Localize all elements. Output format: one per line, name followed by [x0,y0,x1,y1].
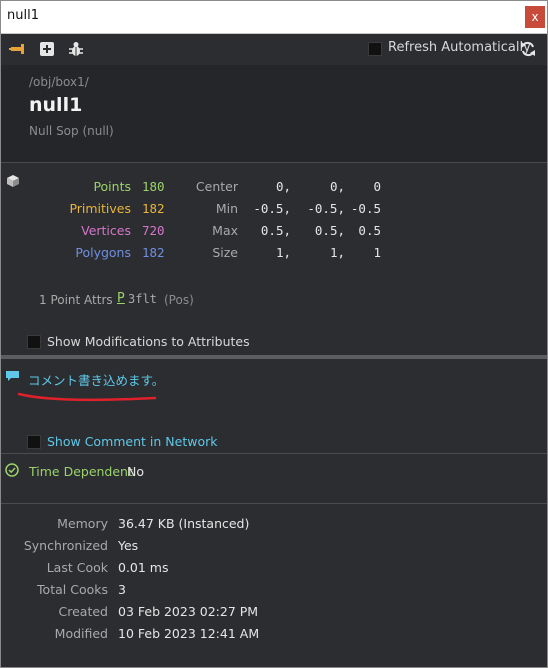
bounds-x-value: 1, [275,245,291,260]
count-label: Primitives [69,201,131,216]
bounds-z-value: 0 [373,179,381,194]
node-type: Null Sop (null) [29,124,114,138]
info-value: 3 [118,582,126,597]
divider [1,503,547,504]
time-dependent-value: No [127,464,144,479]
node-comment[interactable]: コメント書き込めます。 [28,370,164,389]
count-value: 180 [142,179,165,194]
count-value: 182 [142,201,165,216]
splitter-handle[interactable] [1,355,547,359]
count-value: 182 [142,245,165,260]
bounds-label: Size [212,245,238,260]
bounds-label: Center [195,179,238,194]
red-underline-annotation [17,392,157,402]
bounds-y-value: 1, [329,245,345,260]
toolbar: Refresh Automatically [1,34,547,64]
point-attrs-label: 1 Point Attrs [39,293,113,307]
bounds-z-value: 0.5 [358,223,381,238]
info-value: 03 Feb 2023 02:27 PM [118,604,259,619]
info-label: Last Cook [46,560,108,575]
count-value: 720 [142,223,165,238]
node-info-window: null1 x Refresh Automatically /obj/box1/… [0,0,548,668]
show-comment-label: Show Comment in Network [47,434,218,449]
info-label: Synchronized [23,538,108,553]
refresh-icon[interactable] [519,40,537,58]
bounds-label: Max [212,223,238,238]
bounds-x-value: 0.5, [260,223,291,238]
count-label: Polygons [75,245,131,260]
show-comment-checkbox[interactable] [27,435,41,449]
info-label: Created [58,604,108,619]
node-header: /obj/box1/ null1 Null Sop (null) [1,65,547,162]
count-label: Points [93,179,131,194]
info-label: Memory [57,516,108,531]
node-path: /obj/box1/ [29,75,89,89]
divider [1,453,547,454]
info-value: 0.01 ms [118,560,169,575]
info-value: 36.47 KB (Instanced) [118,516,250,531]
node-name: null1 [29,94,83,116]
bounds-z-value: -0.5 [350,201,381,216]
attribute-type: 3flt [128,292,157,306]
pin-icon[interactable] [9,40,27,58]
geometry-icon [7,175,19,187]
comment-icon [6,371,19,381]
title-bar: null1 x [1,1,547,34]
bounds-x-value: -0.5, [253,201,291,216]
refresh-automatically-checkbox[interactable] [368,42,382,56]
bounds-y-value: 0, [329,179,345,194]
show-modifications-label: Show Modifications to Attributes [47,334,250,349]
attribute-note: (Pos) [164,293,194,307]
bug-icon[interactable] [67,40,85,58]
checkmark-circle-icon [5,463,19,477]
close-button[interactable]: x [525,6,545,28]
time-dependent-label: Time Dependent [29,464,133,479]
attribute-name-link[interactable]: P [117,291,125,306]
bounds-x-value: 0, [275,179,291,194]
info-label: Total Cooks [37,582,108,597]
window-title: null1 [7,8,39,23]
info-value: 10 Feb 2023 12:41 AM [118,626,260,641]
bounds-y-value: -0.5, [307,201,345,216]
bounds-label: Min [215,201,238,216]
show-modifications-checkbox[interactable] [27,335,41,349]
add-icon[interactable] [38,40,56,58]
info-value: Yes [118,538,139,553]
divider [1,162,547,163]
bounds-z-value: 1 [373,245,381,260]
count-label: Vertices [81,223,131,238]
refresh-automatically-label: Refresh Automatically [388,40,531,55]
info-label: Modified [54,626,108,641]
bounds-y-value: 0.5, [314,223,345,238]
